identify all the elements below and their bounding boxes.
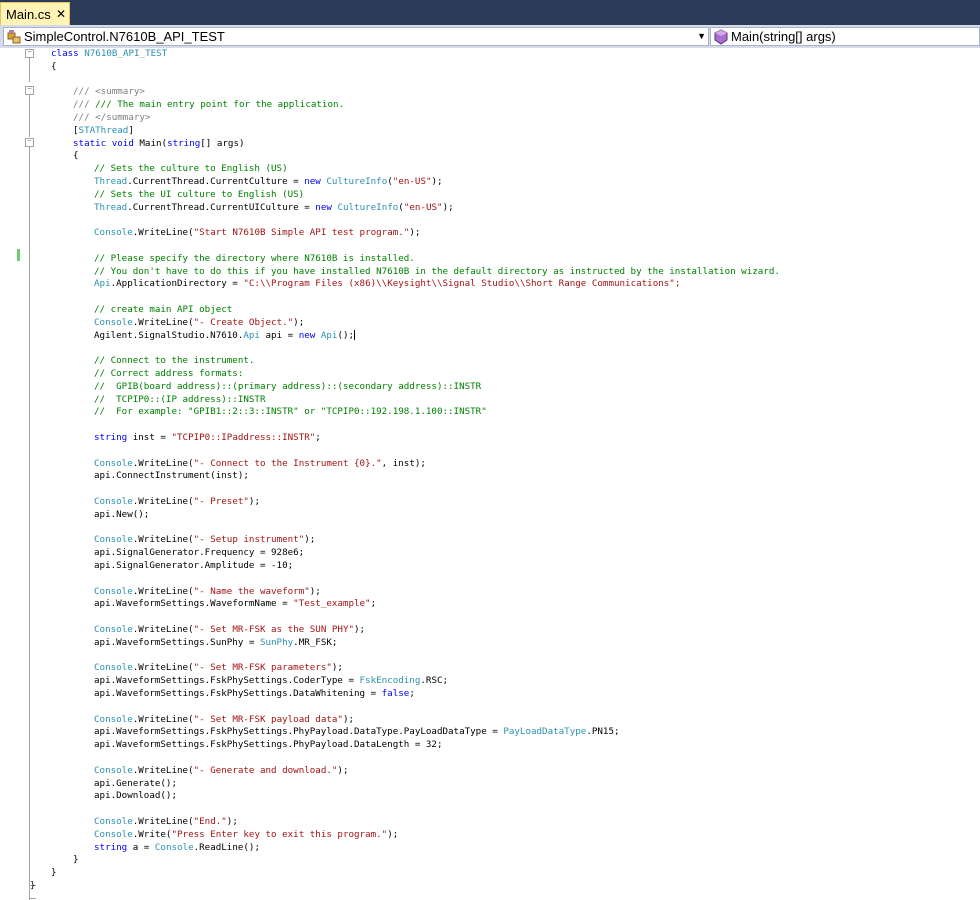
code-line: Console.WriteLine("End.");	[94, 816, 238, 827]
code-line: api.Generate();	[94, 777, 177, 789]
code-line: }	[51, 867, 57, 879]
code-line: Console.WriteLine("- Generate and downlo…	[94, 764, 349, 776]
code-line: [STAThread]	[73, 124, 134, 136]
code-line: api.WaveformSettings.FskPhySettings.PhyP…	[94, 739, 443, 751]
code-line: /// <summary>	[73, 86, 145, 98]
code-line: api.SignalGenerator.Amplitude = -10;	[94, 560, 294, 571]
collapse-class-icon[interactable]: −	[25, 49, 34, 58]
code-line: // You don't have to do this if you have…	[94, 265, 780, 277]
collapse-summary-icon[interactable]: −	[25, 86, 34, 95]
tab-label: Main.cs	[6, 6, 51, 22]
outline-guide	[29, 147, 30, 880]
code-line: string a = Console.ReadLine();	[94, 841, 260, 853]
code-line: api.New();	[94, 508, 150, 520]
change-marker	[17, 249, 20, 261]
code-line: /// </summary>	[73, 112, 151, 123]
code-line: Console.WriteLine("- Set MR-FSK payload …	[94, 713, 355, 725]
outline-guide	[29, 95, 30, 137]
tab-main-cs[interactable]: Main.cs ✕	[0, 2, 70, 25]
code-line: {	[73, 150, 79, 162]
outlining-margin: − − −	[0, 48, 36, 900]
close-icon[interactable]: ✕	[54, 7, 68, 21]
code-line: Console.WriteLine("- Name the waveform")…	[94, 585, 321, 597]
type-selector[interactable]: SimpleControl.N7610B_API_TEST ▼	[3, 27, 709, 46]
code-line: api.ConnectInstrument(inst);	[94, 470, 249, 482]
code-line: api.SignalGenerator.Frequency = 928e6;	[94, 547, 305, 559]
code-line: }	[30, 880, 36, 891]
code-line: /// /// The main entry point for the app…	[73, 99, 345, 111]
code-line: // Correct address formats:	[94, 368, 244, 379]
class-icon	[6, 29, 22, 45]
type-selector-value: SimpleControl.N7610B_API_TEST	[24, 29, 225, 44]
outline-guide	[29, 58, 30, 82]
code-line: Console.WriteLine("- Preset");	[94, 496, 260, 507]
code-line: // Connect to the instrument.	[94, 355, 255, 367]
code-line: api.WaveformSettings.FskPhySettings.Code…	[94, 675, 449, 687]
code-line: // For example: "GPIB1::2::3::INSTR" or …	[94, 406, 487, 418]
code-line: api.WaveformSettings.FskPhySettings.Data…	[94, 688, 415, 699]
code-line: {	[51, 60, 57, 72]
collapse-method-icon[interactable]: −	[25, 138, 34, 147]
code-line: // Please specify the directory where N7…	[94, 252, 415, 264]
code-line: class N7610B_API_TEST	[51, 48, 168, 59]
code-line: Console.WriteLine("- Set MR-FSK paramete…	[94, 662, 343, 674]
code-line: Console.WriteLine("- Setup instrument");	[94, 534, 316, 546]
code-editor[interactable]: − − − class N7610B_API_TEST { /// <summa…	[0, 48, 980, 900]
code-line: // GPIB(board address)::(primary address…	[94, 380, 482, 392]
member-selector[interactable]: Main(string[] args)	[710, 27, 980, 46]
code-line: // create main API object	[94, 304, 233, 315]
text-caret	[354, 330, 356, 341]
code-line: api.WaveformSettings.FskPhySettings.PhyP…	[94, 726, 620, 738]
code-line: }	[73, 854, 79, 866]
code-line: // Sets the culture to English (US)	[94, 163, 288, 175]
code-line: Thread.CurrentThread.CurrentUICulture = …	[94, 201, 454, 213]
document-tab-strip: Main.cs ✕	[0, 0, 980, 25]
code-line: Api.ApplicationDirectory = "C:\\Program …	[94, 278, 681, 290]
code-line: // Sets the UI culture to English (US)	[94, 188, 305, 200]
method-icon	[713, 28, 729, 45]
code-line: Console.WriteLine("- Connect to the Inst…	[94, 457, 426, 469]
code-line: string inst = "TCPIP0::IPaddress::INSTR"…	[94, 432, 321, 443]
chevron-down-icon[interactable]: ▼	[697, 31, 706, 41]
code-line: Console.Write("Press Enter key to exit t…	[94, 828, 399, 840]
code-line: Console.WriteLine("- Set MR-FSK as the S…	[94, 624, 366, 635]
code-line: api.WaveformSettings.WaveformName = "Tes…	[94, 598, 377, 610]
code-line: api.Download();	[94, 790, 177, 802]
member-selector-value: Main(string[] args)	[731, 29, 836, 44]
code-line: Console.WriteLine("- Create Object.");	[94, 316, 305, 328]
code-line: // TCPIP0::(IP address)::INSTR	[94, 393, 266, 405]
code-line: Agilent.SignalStudio.N7610.Api api = new…	[94, 329, 356, 341]
code-line: Console.WriteLine("Start N7610B Simple A…	[94, 227, 421, 239]
code-line: Thread.CurrentThread.CurrentCulture = ne…	[94, 176, 443, 187]
navigation-bar: SimpleControl.N7610B_API_TEST ▼ Main(str…	[0, 25, 980, 49]
code-line: static void Main(string[] args)	[73, 137, 245, 149]
code-line: api.WaveformSettings.SunPhy = SunPhy.MR_…	[94, 636, 338, 648]
